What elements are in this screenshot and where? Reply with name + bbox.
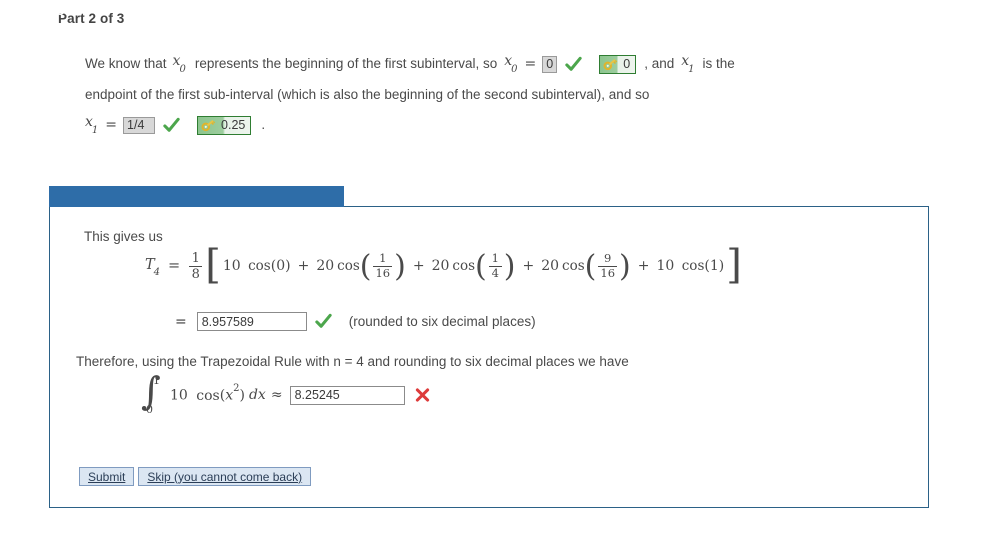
p2-text-before: We know that — [85, 56, 167, 71]
result-equals: = — [175, 313, 187, 330]
formula-term-5: 10 cos(1) — [656, 258, 725, 274]
formula-coefficient-fraction: 1 8 — [189, 250, 203, 282]
check-icon — [162, 116, 181, 135]
coefficient-denominator: 8 — [191, 266, 200, 282]
p2-text-after: , and — [644, 56, 675, 71]
part-3-intro-text: This gives us — [84, 229, 163, 244]
cross-icon — [414, 386, 431, 404]
integral-value-input[interactable]: 8.25245 — [289, 385, 405, 405]
bracket-open: [ — [205, 242, 221, 288]
p2-equals-sign-1: = — [524, 56, 537, 72]
part-2-line-1: We know that x0 represents the beginning… — [85, 51, 735, 77]
coefficient-numerator: 1 — [191, 250, 200, 266]
part-3-tab — [49, 186, 344, 207]
p2-text-end: is the — [702, 56, 735, 71]
part-3-tab-label: Part 3 of 3 — [16, 3, 80, 18]
formula-term-2: 20 cos ( 1 16 ) — [316, 248, 406, 284]
submit-button-label: Submit — [88, 469, 126, 484]
button-row: Submit Skip (you cannot come back) — [79, 467, 312, 486]
submit-button[interactable]: Submit — [79, 467, 135, 486]
term-3-fraction: 1 4 — [488, 252, 502, 279]
p2-variable-x1-inline: x1 — [681, 53, 695, 75]
part-2-line-3: x1 = 1/4 0.25 . — [85, 112, 265, 138]
term-2-fraction: 1 16 — [373, 251, 393, 280]
formula-term-4: 20 cos ( 9 16 ) — [541, 248, 631, 284]
x1-key-answer-value: 0.25 — [221, 118, 246, 132]
p2-variable-x0-second: x0 — [504, 53, 518, 75]
key-icon — [600, 56, 620, 73]
skip-button[interactable]: Skip (you cannot come back) — [138, 467, 312, 486]
differential: dx — [248, 387, 266, 403]
x0-key-answer-box[interactable]: 0 — [599, 54, 637, 74]
formula-plus-1: + — [297, 258, 310, 274]
skip-button-label: Skip (you cannot come back) — [147, 469, 303, 484]
x0-key-answer-value: 0 — [623, 57, 631, 71]
check-icon — [564, 55, 583, 74]
key-icon — [198, 117, 218, 134]
x1-key-answer-box[interactable]: 0.25 — [197, 115, 252, 135]
p2-equals-sign-2: = — [105, 117, 118, 133]
bracket-close: ] — [726, 242, 742, 288]
formula-plus-2: + — [412, 258, 425, 274]
integral-row: ∫ 1 0 10 cos(x2) dx ≈ 8.25245 — [138, 372, 431, 416]
p2-line2-text: endpoint of the first sub-interval (whic… — [85, 87, 650, 102]
part-2-line-2: endpoint of the first sub-interval (whic… — [85, 83, 649, 107]
p2-period: . — [261, 117, 266, 132]
integral-upper-limit: 1 — [153, 374, 160, 387]
approx-sign: ≈ — [270, 387, 283, 403]
formula-equals: = — [168, 258, 181, 274]
formula-term-3: 20 cos ( 1 4 ) — [431, 248, 516, 284]
check-icon — [314, 312, 333, 331]
integrand-expression: 10 cos(x2) — [170, 383, 245, 404]
formula-plus-3: + — [522, 258, 535, 274]
x0-student-answer-box[interactable]: 0 — [542, 55, 558, 73]
p2-variable-x1: x1 — [85, 114, 99, 136]
formula-lhs: T4 — [145, 256, 161, 279]
x1-student-answer-box[interactable]: 1/4 — [123, 116, 156, 134]
result-row: = 8.957589 (rounded to six decimal place… — [168, 312, 536, 331]
term-4-fraction: 9 16 — [598, 251, 618, 280]
formula-term-1: 10 cos(0) — [222, 258, 291, 274]
t4-value-input[interactable]: 8.957589 — [196, 312, 307, 331]
integral-icon: ∫ 1 0 — [138, 372, 164, 416]
rounding-note: (rounded to six decimal places) — [348, 314, 536, 329]
trapezoidal-formula: T4 = 1 8 [ 10 cos(0) + 20 cos ( 1 16 ) +… — [145, 242, 743, 288]
p2-variable-x0: x0 — [172, 53, 186, 75]
integral-lower-limit: 0 — [146, 403, 153, 416]
formula-plus-4: + — [637, 258, 650, 274]
p2-text-middle: represents the beginning of the first su… — [194, 56, 498, 71]
